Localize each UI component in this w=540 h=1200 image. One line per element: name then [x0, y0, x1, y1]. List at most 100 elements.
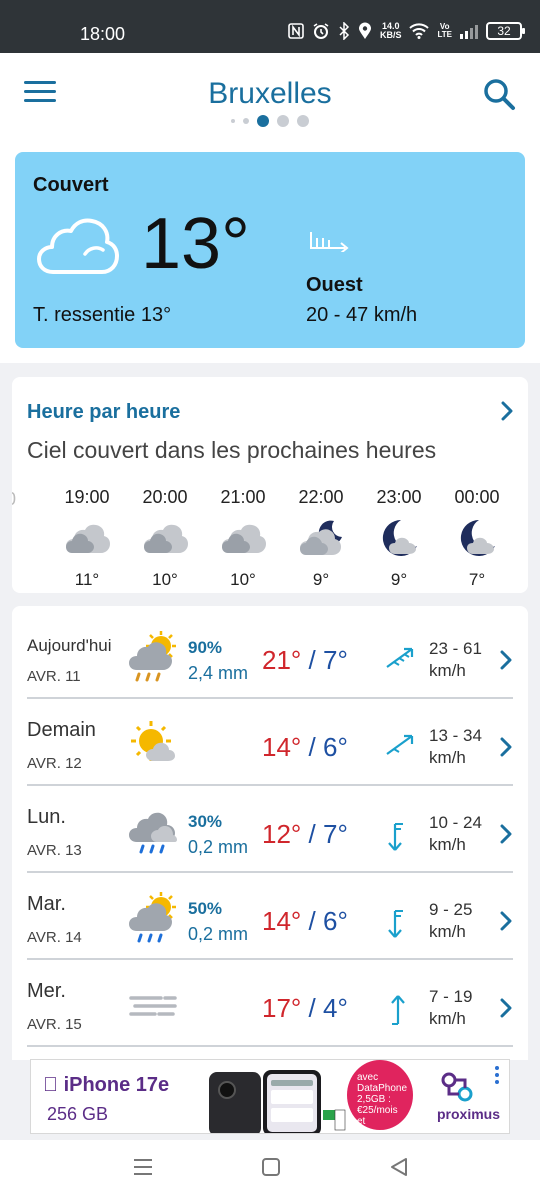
- hour-time: 00:00: [454, 487, 500, 507]
- day-date: AVR. 12: [27, 755, 82, 772]
- temp-high: 12°: [262, 819, 302, 849]
- ad-banner[interactable]:  iPhone 17e 256 GB avec DataPhone 2,5GB…: [30, 1059, 510, 1134]
- home-button[interactable]: [260, 1156, 282, 1178]
- hour-item[interactable]: 22:00 9°: [286, 487, 356, 590]
- hour-item[interactable]: 21:00 10°: [208, 487, 278, 590]
- temp-low: 7°: [323, 645, 348, 675]
- chevron-right-icon[interactable]: [499, 650, 513, 670]
- day-row[interactable]: Mer. AVR. 15 17° / 4° 7 - 19 km/h: [27, 960, 513, 1047]
- chevron-right-icon[interactable]: [499, 737, 513, 757]
- chevron-right-icon[interactable]: [499, 824, 513, 844]
- system-nav-bar: [0, 1140, 540, 1200]
- sun-rain-cloud-icon: [129, 631, 176, 682]
- rain-amount: 0,2 mm: [188, 837, 249, 857]
- temp-high: 21°: [262, 645, 302, 675]
- status-icons: 14.0 KB/S Vo LTE 32: [288, 22, 525, 40]
- sun-cloud-icon: [131, 721, 175, 761]
- temp-low: 7°: [323, 819, 348, 849]
- hour-item[interactable]: 00:00 7°: [442, 487, 512, 590]
- city-title: Bruxelles: [208, 77, 332, 110]
- rain-probability: 90%: [188, 638, 223, 657]
- page-indicator: [0, 115, 540, 127]
- wind-arrow-s-icon: [388, 910, 403, 938]
- daily-forecast-card: Aujourd'hui AVR. 11 90% 2,4 mm 21° / 7° …: [12, 606, 528, 1060]
- search-icon[interactable]: [482, 77, 516, 111]
- cloudy-icon: [222, 524, 266, 553]
- day-temps: 12° / 7°: [262, 819, 348, 850]
- hour-temp: 7°: [468, 570, 486, 589]
- header: Bruxelles Couvert 13° Ouest T. ressentie…: [0, 53, 540, 363]
- feels-like: T. ressentie 13°: [33, 304, 172, 326]
- day-name: Mar.: [27, 893, 66, 915]
- hour-item[interactable]: 20:00 10°: [130, 487, 200, 590]
- wind-range: 7 - 19 km/h: [429, 987, 473, 1028]
- location-icon: [358, 22, 371, 39]
- day-temps: 21° / 7°: [262, 645, 348, 676]
- back-button[interactable]: [388, 1156, 410, 1178]
- moon-cloud-icon: [382, 519, 417, 556]
- wind-range: 23 - 61 km/h: [429, 639, 482, 680]
- hour-time: 22:00: [298, 487, 344, 507]
- wind-arrow-s-icon: [388, 823, 403, 851]
- temp-sep: /: [301, 906, 323, 936]
- hour-item[interactable]: 19:00 11°: [52, 487, 122, 590]
- cloudy-icon: [144, 524, 188, 553]
- ad-options-icon[interactable]: [495, 1066, 499, 1087]
- day-date: AVR. 11: [27, 668, 81, 685]
- day-name: Lun.: [27, 806, 66, 828]
- fog-icon: [129, 996, 177, 1016]
- volte-indicator: Vo LTE: [437, 22, 452, 39]
- nfc-icon: [288, 23, 304, 39]
- rain-amount: 0,2 mm: [188, 924, 249, 944]
- page-dot[interactable]: [277, 115, 289, 127]
- chevron-right-icon[interactable]: [499, 998, 513, 1018]
- page-dot-active[interactable]: [257, 115, 269, 127]
- phone-image: [209, 1070, 346, 1133]
- day-row[interactable]: Lun. AVR. 13 30% 0,2 mm 12° / 7° 10 - 24…: [27, 786, 513, 873]
- wind-arrow-w-icon: [310, 232, 349, 252]
- wind-range: 9 - 25 km/h: [429, 900, 473, 941]
- rain-cloud-icon: [129, 812, 177, 854]
- page-dot[interactable]: [297, 115, 309, 127]
- day-name: Mer.: [27, 980, 66, 1002]
- temp-sep: /: [301, 732, 323, 762]
- day-row[interactable]: Aujourd'hui AVR. 11 90% 2,4 mm 21° / 7° …: [27, 612, 513, 699]
- current-condition: Couvert: [33, 174, 109, 196]
- moon-cloud-icon: [300, 520, 342, 555]
- hourly-title-link[interactable]: Heure par heure: [27, 401, 180, 424]
- wind-range: 10 - 24 km/h: [429, 813, 482, 854]
- wind-speed: 20 - 47 km/h: [306, 304, 418, 326]
- wifi-icon: [409, 23, 430, 39]
- signal-icon: [460, 23, 478, 39]
- hour-temp: 10°: [152, 570, 178, 589]
- ad-storage: 256 GB: [47, 1104, 109, 1124]
- wind-arrow-sw-icon: [386, 647, 414, 668]
- hourly-card: Heure par heure Ciel couvert dans les pr…: [12, 377, 528, 593]
- day-name: Aujourd'hui: [27, 636, 112, 655]
- hourly-description: Ciel couvert dans les prochaines heures: [27, 437, 437, 463]
- chevron-right-icon[interactable]: [500, 401, 514, 421]
- page-dot[interactable]: [243, 118, 249, 124]
- current-weather-card[interactable]: Couvert 13° Ouest T. ressentie 13° 20 - …: [15, 152, 525, 348]
- day-row[interactable]: Demain AVR. 12 14° / 6° 13 - 34 km/h: [27, 699, 513, 786]
- temp-high: 14°: [262, 906, 302, 936]
- rain-probability: 30%: [188, 812, 223, 831]
- chevron-right-icon[interactable]: [499, 911, 513, 931]
- day-date: AVR. 15: [27, 1016, 82, 1033]
- ad-offer-bubble: avec DataPhone 2,5GB : €25/mois et: [347, 1060, 413, 1130]
- temp-high: 17°: [262, 993, 302, 1023]
- hour-time: 20:00: [142, 487, 188, 507]
- temp-sep: /: [301, 993, 323, 1023]
- hour-item[interactable]: 23:00 9°: [364, 487, 434, 590]
- wind-range: 13 - 34 km/h: [429, 726, 482, 767]
- moon-cloud-icon: [460, 519, 495, 556]
- alarm-icon: [313, 23, 329, 39]
- day-row[interactable]: Mar. AVR. 14 50% 0,2 mm 14° / 6° 9 - 25 k…: [27, 873, 513, 960]
- cloud-icon: [37, 218, 119, 274]
- page-dot[interactable]: [231, 119, 235, 123]
- day-date: AVR. 14: [27, 929, 82, 946]
- hour-temp: 9°: [390, 570, 408, 589]
- day-temps: 14° / 6°: [262, 732, 348, 763]
- recent-apps-button[interactable]: [132, 1156, 154, 1178]
- hour-time: 21:00: [220, 487, 266, 507]
